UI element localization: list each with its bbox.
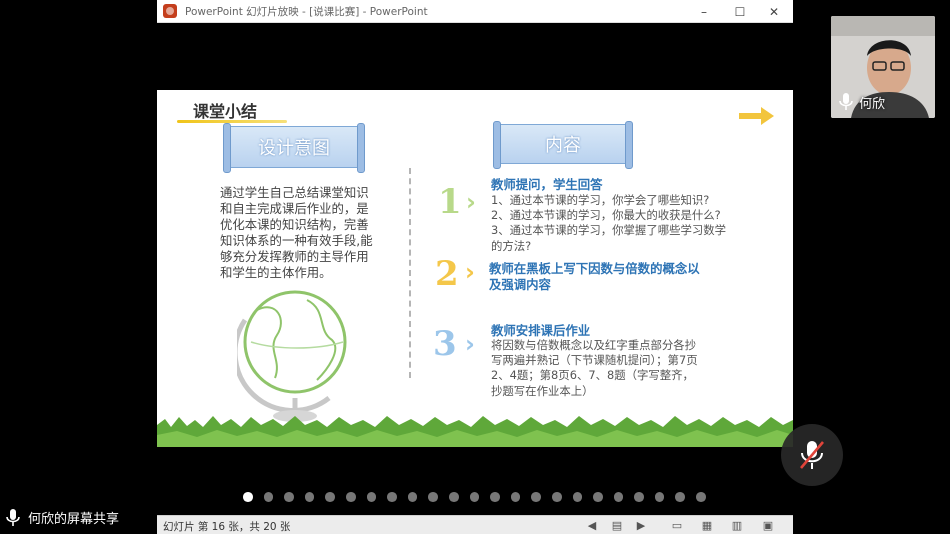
menu-icon[interactable]: ▤ (610, 518, 624, 532)
slide-nav-dot[interactable] (263, 492, 274, 502)
title-underline (177, 120, 287, 123)
slide-nav-dot[interactable] (469, 492, 480, 502)
section-1-line-2: 2、通过本节课的学习，你最大的收获是什么? (491, 208, 721, 222)
section-3-body: 将因数与倍数概念以及红字重点部分各抄写两遍并熟记（下节课随机提问）；第7页2、4… (491, 338, 698, 398)
section-2-title: 教师在黑板上写下因数与倍数的概念以及强调内容 (489, 261, 700, 292)
slide-nav-dot[interactable] (448, 492, 459, 502)
maximize-button[interactable]: ☐ (723, 0, 757, 23)
sorter-view-icon[interactable]: ▦ (700, 518, 714, 532)
section-number-1: 1 (438, 182, 462, 222)
slide-nav-dot[interactable] (284, 492, 294, 502)
design-intent-banner: 设计意图 (223, 123, 365, 173)
reading-view-icon[interactable]: ▥ (730, 518, 744, 532)
slide-nav-dot[interactable] (551, 492, 562, 502)
slide-nav-dot[interactable] (490, 492, 500, 502)
mic-muted-icon (800, 441, 824, 469)
section-3-title: 教师安排课后作业 (491, 323, 591, 338)
screen-share-label: 何欣的屏幕共享 (6, 508, 119, 527)
section-number-3: 3 (433, 324, 457, 364)
title-bar: PowerPoint 幻灯片放映 - [说课比赛] - PowerPoint –… (157, 0, 793, 23)
powerpoint-window: PowerPoint 幻灯片放映 - [说课比赛] - PowerPoint –… (157, 0, 793, 534)
slide-counter: 幻灯片 第 16 张，共 20 张 (163, 521, 291, 533)
chevron-right-icon: › (465, 330, 475, 358)
webcam-tile[interactable]: 何欣 (831, 16, 935, 118)
slide-nav-dot[interactable] (325, 492, 335, 502)
slideshow-icon[interactable]: ▣ (761, 518, 775, 532)
prev-icon[interactable]: ◀ (585, 518, 599, 532)
slide[interactable]: 课堂小结 设计意图 内容 通过学生自己总结课堂知识和自主完成课后作业的，是优化本… (157, 90, 793, 447)
slide-title: 课堂小结 (193, 102, 258, 121)
design-intent-text: 通过学生自己总结课堂知识和自主完成课后作业的，是优化本课的知识结构，完善知识体系… (220, 185, 373, 280)
slide-nav-dot[interactable] (366, 492, 377, 502)
section-number-2: 2 (435, 254, 459, 294)
share-label-text: 何欣的屏幕共享 (28, 512, 120, 527)
powerpoint-icon (163, 4, 177, 18)
dashed-divider (409, 168, 411, 378)
slide-nav-dot[interactable] (572, 492, 583, 502)
slide-nav-dot[interactable] (243, 492, 253, 502)
slide-nav-dot[interactable] (407, 492, 418, 502)
slide-nav-dot[interactable] (654, 492, 665, 502)
slide-nav-dot[interactable] (387, 492, 397, 502)
slide-nav-dot[interactable] (345, 492, 356, 502)
screen: PowerPoint 幻灯片放映 - [说课比赛] - PowerPoint –… (0, 0, 950, 534)
globe-illustration (237, 290, 347, 422)
microphone-icon (839, 93, 853, 110)
participant-name: 何欣 (859, 97, 886, 112)
microphone-icon (6, 508, 20, 526)
status-bar: 幻灯片 第 16 张，共 20 张 ◀ ▤ ▶ ▭ ▦ ▥ ▣ (157, 515, 793, 534)
grass-decoration (157, 416, 793, 447)
minimize-button[interactable]: – (687, 0, 721, 23)
slide-nav-dot[interactable] (428, 492, 438, 502)
chevron-right-icon: › (465, 258, 475, 286)
close-button[interactable]: ✕ (757, 0, 791, 23)
slide-nav-dot[interactable] (696, 492, 706, 502)
section-1-title: 教师提问，学生回答 (491, 177, 603, 192)
normal-view-icon[interactable]: ▭ (670, 518, 684, 532)
slide-nav-dot[interactable] (634, 492, 644, 502)
slide-nav-dots (243, 492, 706, 502)
next-icon[interactable]: ▶ (634, 518, 648, 532)
section-1-line-3: 3、通过本节课的学习，你掌握了哪些学习数学的方法? (491, 223, 727, 253)
content-banner: 内容 (493, 121, 633, 169)
mute-button[interactable] (781, 424, 843, 486)
window-title: PowerPoint 幻灯片放映 - [说课比赛] - PowerPoint (185, 6, 428, 18)
slide-nav-dot[interactable] (675, 492, 686, 502)
slide-nav-dot[interactable] (304, 492, 315, 502)
section-1-line-1: 1、通过本节课的学习，你学会了哪些知识? (491, 193, 710, 207)
slide-nav-dot[interactable] (510, 492, 521, 502)
slide-nav-dot[interactable] (593, 492, 603, 502)
chevron-right-icon: › (466, 188, 476, 216)
slide-nav-dot[interactable] (531, 492, 541, 502)
arrow-right-icon (739, 107, 774, 125)
slide-nav-dot[interactable] (613, 492, 624, 502)
